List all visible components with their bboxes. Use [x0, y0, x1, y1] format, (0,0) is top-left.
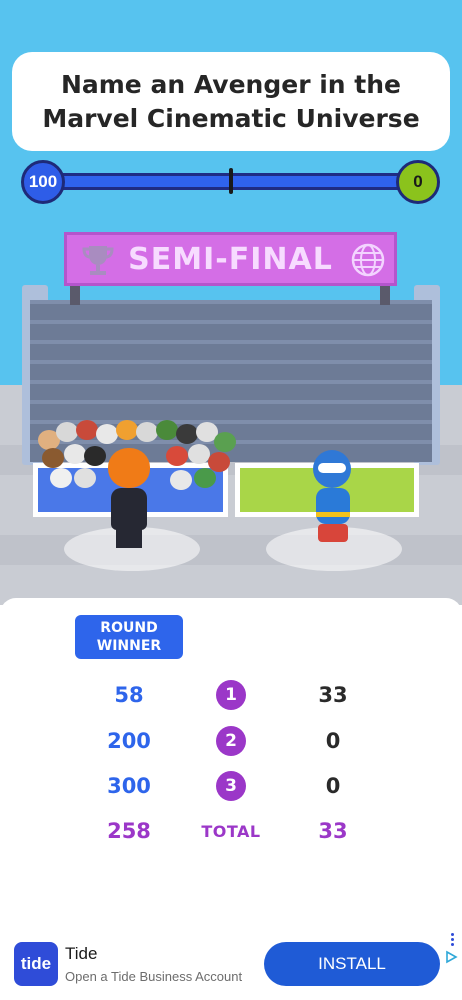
- globe-icon: [351, 243, 385, 277]
- round-1-player-score: 58: [114, 683, 144, 707]
- opponent-avatar-belt: [316, 512, 350, 517]
- round-winner-badge: ROUND WINNER: [75, 615, 183, 659]
- results-row-1: 58 1 33: [0, 678, 462, 712]
- progress-midpoint-marker: [229, 168, 233, 194]
- banner-post-left: [70, 283, 80, 305]
- round-1-badge: 1: [216, 680, 246, 710]
- results-row-2: 200 2 0: [0, 724, 462, 758]
- ad-subtitle: Open a Tide Business Account: [65, 969, 243, 984]
- round-3-badge: 3: [216, 771, 246, 801]
- round-3-player-score: 300: [107, 774, 151, 798]
- ad-install-button[interactable]: INSTALL: [264, 942, 440, 986]
- question-line-1: Name an Avenger in the: [60, 69, 402, 99]
- round-banner: SEMI-FINAL: [64, 232, 397, 286]
- round-2-player-score: 200: [107, 729, 151, 753]
- total-opponent-score: 33: [318, 819, 348, 843]
- trophy-icon: [82, 246, 114, 275]
- round-winner-line-1: ROUND: [100, 620, 158, 636]
- opponent-avatar-legs: [318, 524, 348, 542]
- player-avatar-legs: [116, 528, 142, 548]
- player-avatar-body: [111, 488, 147, 530]
- drag-handle: [222, 40, 240, 55]
- round-1-opponent-score: 33: [318, 683, 348, 707]
- round-3-opponent-score: 0: [325, 774, 341, 798]
- ad-app-logo[interactable]: tide: [14, 942, 58, 986]
- round-2-badge: 2: [216, 726, 246, 756]
- ad-title[interactable]: Tide: [65, 944, 97, 964]
- results-row-3: 300 3 0: [0, 769, 462, 803]
- opponent-avatar-mask: [318, 463, 346, 473]
- total-label: TOTAL: [201, 821, 261, 841]
- ad-choices-icon[interactable]: [444, 950, 458, 964]
- banner-post-right: [380, 283, 390, 305]
- player-avatar-pumpkin-head: [108, 448, 150, 488]
- question-line-2: Marvel Cinematic Universe: [42, 103, 420, 133]
- score-progress-fill: [42, 176, 413, 187]
- round-winner-line-2: WINNER: [96, 638, 162, 654]
- ad-more-options-icon[interactable]: [448, 933, 456, 949]
- opponent-avatar-body: [316, 488, 350, 524]
- ad-banner[interactable]: tide Tide Open a Tide Business Account I…: [0, 930, 462, 1000]
- round-banner-label: SEMI-FINAL: [128, 241, 333, 277]
- total-player-score: 258: [107, 819, 151, 843]
- round-2-opponent-score: 0: [325, 729, 341, 753]
- results-panel: [0, 598, 462, 930]
- game-scene: Name an Avenger in the Marvel Cinematic …: [0, 0, 462, 605]
- opponent-score-badge: 0: [396, 160, 440, 204]
- player-score-badge: 100: [21, 160, 65, 204]
- question-card: Name an Avenger in the Marvel Cinematic …: [12, 52, 450, 151]
- results-total-row: 258 TOTAL 33: [0, 814, 462, 848]
